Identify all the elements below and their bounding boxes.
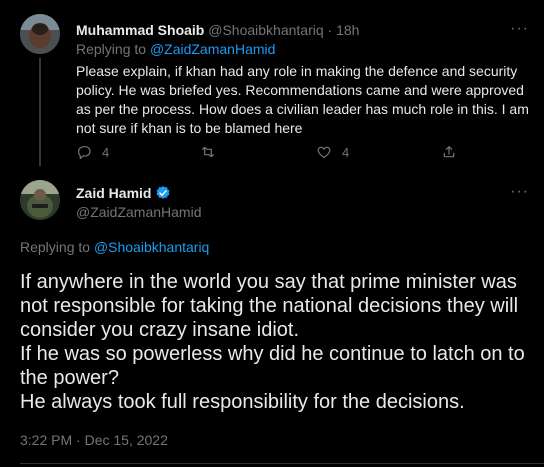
- thread-line: [39, 58, 41, 166]
- author-handle[interactable]: @Shoaibkhantariq: [208, 22, 323, 38]
- like-button[interactable]: 4: [316, 144, 349, 160]
- separator-dot: ·: [327, 22, 333, 38]
- tweet-time[interactable]: 18h: [336, 22, 359, 38]
- avatar-zaid-hamid[interactable]: [20, 180, 60, 220]
- replying-to-handle[interactable]: @Shoaibkhantariq: [94, 239, 209, 255]
- reply-tweet-header: Muhammad Shoaib @Shoaibkhantariq · 18h: [76, 22, 359, 38]
- reply-count: 4: [102, 144, 110, 160]
- share-icon: [443, 146, 455, 158]
- reply-icon: [78, 146, 91, 160]
- replying-to-label: Replying to: [20, 239, 91, 255]
- main-author-name-row: Zaid Hamid: [76, 185, 171, 201]
- more-options-icon[interactable]: ···: [510, 183, 529, 201]
- replying-to-line: Replying to @Shoaibkhantariq: [20, 239, 209, 255]
- avatar-image: [20, 180, 60, 220]
- replying-to-handle[interactable]: @ZaidZamanHamid: [150, 41, 275, 57]
- divider: [20, 463, 544, 464]
- author-name[interactable]: Zaid Hamid: [76, 185, 151, 201]
- tweet-timestamp[interactable]: 3:22 PM · Dec 15, 2022: [20, 432, 168, 448]
- replying-to-label: Replying to: [76, 41, 147, 57]
- heart-icon: [317, 146, 331, 159]
- reply-actions: 4 4: [76, 143, 476, 161]
- retweet-icon: [202, 146, 214, 158]
- author-name[interactable]: Muhammad Shoaib: [76, 22, 204, 38]
- avatar-muhammad-shoaib[interactable]: [20, 14, 60, 54]
- like-count: 4: [342, 144, 350, 160]
- verified-badge-icon: [157, 186, 170, 199]
- reply-tweet-text: Please explain, if khan had any role in …: [76, 63, 529, 136]
- share-button[interactable]: [441, 144, 457, 160]
- replying-to-line: Replying to @ZaidZamanHamid: [76, 41, 275, 57]
- avatar-image: [20, 14, 60, 54]
- author-handle[interactable]: @ZaidZamanHamid: [76, 204, 201, 220]
- main-tweet-text: If anywhere in the world you say that pr…: [20, 271, 525, 413]
- retweet-button[interactable]: [200, 144, 216, 160]
- reply-button[interactable]: 4: [76, 144, 109, 160]
- more-options-icon[interactable]: ···: [510, 20, 529, 38]
